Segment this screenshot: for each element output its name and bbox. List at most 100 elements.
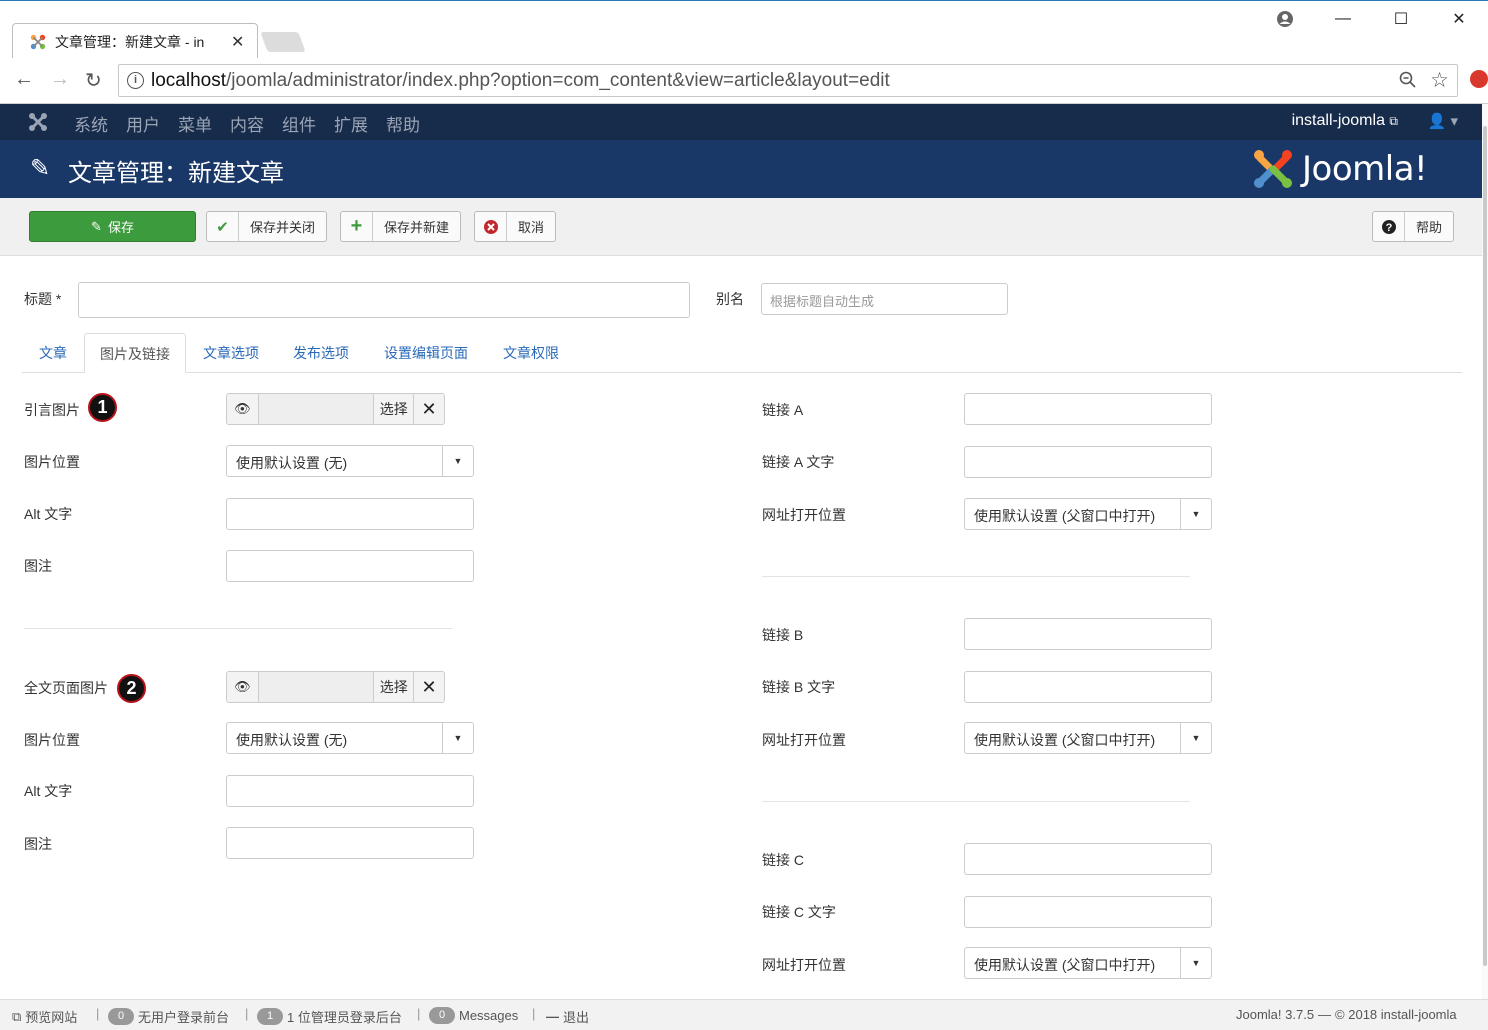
intro-caption-label: 图注 (24, 558, 52, 574)
user-menu-icon[interactable]: 👤 ▾ (1428, 112, 1458, 130)
full-alt-input[interactable] (226, 775, 474, 807)
new-tab-button[interactable] (260, 32, 306, 52)
zoom-icon[interactable] (1399, 71, 1417, 94)
article-tabs: 文章 图片及链接 文章选项 发布选项 设置编辑页面 文章权限 (22, 333, 1462, 373)
separator: | (417, 1006, 421, 1021)
full-image-label: 全文页面图片 (24, 680, 108, 696)
backend-admins-status[interactable]: 1 1 位管理员登录后台 (257, 1007, 402, 1026)
intro-alt-label: Alt 文字 (24, 506, 73, 522)
maximize-icon[interactable]: ☐ (1372, 1, 1430, 37)
separator: | (245, 1006, 249, 1021)
tab-editor-config[interactable]: 设置编辑页面 (369, 333, 483, 373)
chevron-down-icon: ▼ (1180, 723, 1211, 753)
help-button[interactable]: ? 帮助 (1372, 211, 1455, 242)
link-a-input[interactable] (964, 393, 1212, 425)
admin-top-menu: 系统 用户 菜单 内容 组件 扩展 帮助 install-joomla ⧉ 👤 … (0, 104, 1488, 140)
preview-site-link[interactable]: ⧉ 预览网站 (12, 1007, 77, 1026)
chevron-down-icon: ▼ (1180, 499, 1211, 529)
clear-x-icon[interactable]: ✕ (414, 672, 444, 702)
cancel-circle-icon (475, 212, 507, 241)
full-caption-label: 图注 (24, 836, 52, 852)
intro-alt-input[interactable] (226, 498, 474, 530)
eye-icon[interactable]: 👁 (227, 672, 259, 702)
menu-extensions[interactable]: 扩展 (334, 111, 368, 136)
link-b-label: 链接 B (762, 627, 804, 643)
clear-x-icon[interactable]: ✕ (414, 394, 444, 424)
page-title: 文章管理：新建文章 (68, 160, 284, 187)
plus-icon: + (341, 212, 373, 241)
alias-label: 别名 (716, 291, 744, 307)
profile-icon[interactable] (1256, 1, 1314, 37)
save-new-button[interactable]: + 保存并新建 (340, 211, 462, 242)
tab-publishing[interactable]: 发布选项 (278, 333, 364, 373)
link-a-target-select[interactable]: 使用默认设置 (父窗口中打开) ▼ (964, 498, 1212, 530)
link-c-target-select[interactable]: 使用默认设置 (父窗口中打开) ▼ (964, 947, 1212, 979)
save-close-button[interactable]: ✔ 保存并关闭 (206, 211, 328, 242)
eye-icon[interactable]: 👁 (227, 394, 259, 424)
link-b-target-select[interactable]: 使用默认设置 (父窗口中打开) ▼ (964, 722, 1212, 754)
tab-permissions[interactable]: 文章权限 (488, 333, 574, 373)
link-a-target-label: 网址打开位置 (762, 507, 846, 523)
alias-input[interactable]: 根据标题自动生成 (761, 283, 1008, 315)
link-b-target-label: 网址打开位置 (762, 732, 846, 748)
intro-caption-input[interactable] (226, 550, 474, 582)
chevron-down-icon: ▼ (442, 446, 473, 476)
link-b-input[interactable] (964, 618, 1212, 650)
bookmark-star-icon[interactable]: ☆ (1430, 68, 1449, 93)
logout-link[interactable]: — 退出 (546, 1007, 589, 1026)
back-arrow-icon[interactable]: ← (14, 68, 34, 91)
full-caption-input[interactable] (226, 827, 474, 859)
link-c-text-input[interactable] (964, 896, 1212, 928)
info-icon[interactable]: i (127, 72, 144, 89)
intro-float-label: 图片位置 (24, 454, 80, 470)
joomla-logo-icon (1254, 150, 1292, 188)
link-c-input[interactable] (964, 843, 1212, 875)
question-icon: ? (1373, 212, 1405, 241)
cancel-button[interactable]: 取消 (474, 211, 557, 242)
site-link[interactable]: install-joomla ⧉ (1292, 112, 1398, 130)
address-bar[interactable]: i localhost/joomla/administrator/index.p… (118, 64, 1458, 97)
full-alt-label: Alt 文字 (24, 783, 73, 799)
close-window-icon[interactable]: ✕ (1430, 1, 1488, 37)
tab-images-links[interactable]: 图片及链接 (84, 333, 186, 373)
menu-menus[interactable]: 菜单 (178, 111, 212, 136)
edit-icon: ✎ (91, 218, 102, 234)
intro-image-select-button[interactable]: 选择 (374, 394, 415, 424)
menu-users[interactable]: 用户 (126, 111, 160, 136)
scrollbar-thumb[interactable] (1483, 126, 1487, 966)
messages-status[interactable]: 0 Messages (429, 1007, 518, 1024)
link-b-text-input[interactable] (964, 671, 1212, 703)
frontend-users-status[interactable]: 0 无用户登录前台 (108, 1007, 229, 1026)
version-info: Joomla! 3.7.5 — © 2018 install-joomla (1236, 1007, 1457, 1022)
tab-options[interactable]: 文章选项 (188, 333, 274, 373)
save-button[interactable]: ✎ 保存 (29, 211, 196, 242)
url-text[interactable]: localhost/joomla/administrator/index.php… (151, 70, 890, 92)
menu-content[interactable]: 内容 (230, 111, 264, 136)
full-image-select-button[interactable]: 选择 (374, 672, 415, 702)
divider (762, 576, 1190, 577)
status-badge: 0 (108, 1008, 134, 1025)
divider (762, 801, 1190, 802)
minimize-icon[interactable]: — (1314, 1, 1372, 37)
link-a-label: 链接 A (762, 402, 804, 418)
intro-float-select[interactable]: 使用默认设置 (无) ▼ (226, 445, 474, 477)
forward-arrow-icon[interactable]: → (50, 68, 70, 91)
title-input[interactable] (78, 282, 690, 318)
svg-text:?: ? (1385, 222, 1392, 234)
tab-content[interactable]: 文章 (24, 333, 82, 373)
tab-close-icon[interactable]: ✕ (231, 32, 244, 52)
link-c-text-label: 链接 C 文字 (762, 904, 836, 920)
full-float-select[interactable]: 使用默认设置 (无) ▼ (226, 722, 474, 754)
reload-icon[interactable]: ↻ (85, 68, 102, 93)
browser-tab[interactable]: 文章管理：新建文章 - in ✕ (12, 23, 258, 59)
callout-badge-1: 1 (88, 393, 117, 422)
joomla-menu-icon[interactable] (28, 112, 48, 132)
separator: | (96, 1006, 100, 1021)
link-a-text-input[interactable] (964, 446, 1212, 478)
extension-icon[interactable] (1470, 70, 1488, 88)
menu-system[interactable]: 系统 (74, 111, 108, 136)
external-link-icon: ⧉ (1389, 114, 1398, 128)
menu-help[interactable]: 帮助 (386, 111, 420, 136)
menu-components[interactable]: 组件 (282, 111, 316, 136)
separator: | (532, 1006, 536, 1021)
